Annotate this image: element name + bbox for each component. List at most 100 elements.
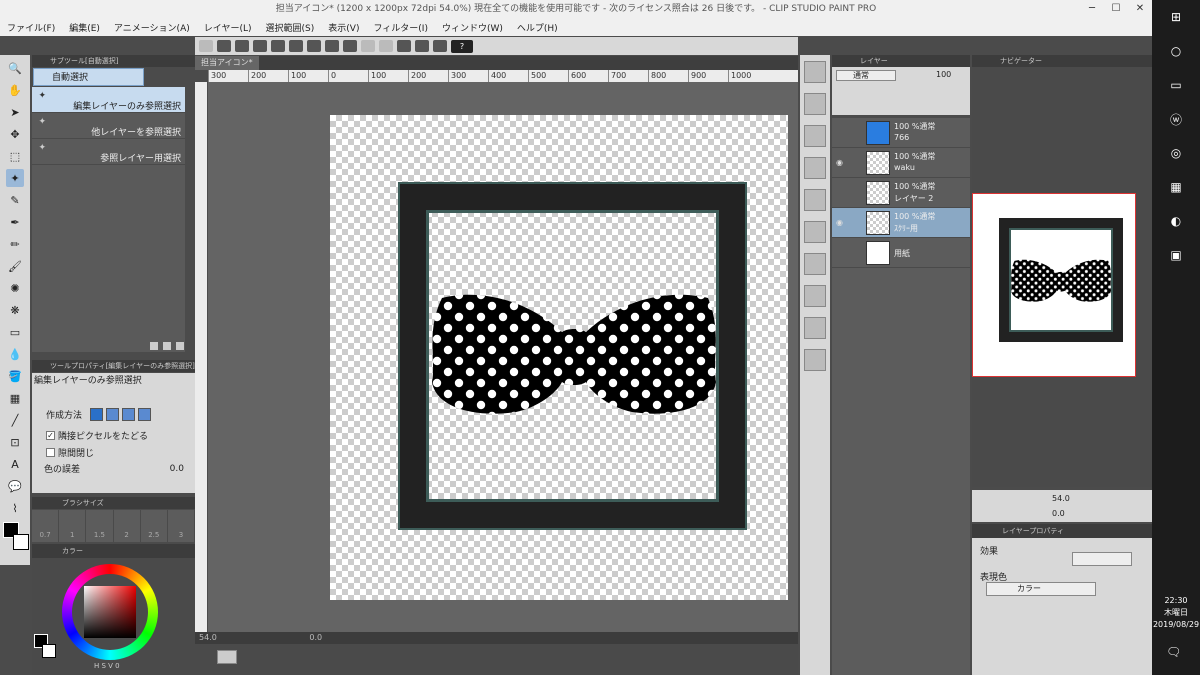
notification-icon[interactable]: 🗨: [1166, 645, 1181, 659]
saturation-value-square[interactable]: [84, 586, 136, 638]
decoration-tool-icon[interactable]: ❋: [6, 301, 24, 319]
blend-mode-select[interactable]: 通常: [836, 70, 896, 81]
app-w-icon[interactable]: ⓦ: [1152, 102, 1200, 136]
layer-row[interactable]: 100 %通常 766: [832, 118, 970, 148]
navigator-preview[interactable]: [972, 193, 1136, 377]
navigator-zoom[interactable]: 54.0: [1052, 494, 1070, 503]
deselect-icon[interactable]: [361, 40, 375, 52]
move-layer-tool-icon[interactable]: ✥: [6, 125, 24, 143]
subtool-group-tab[interactable]: 自動選択: [33, 68, 144, 86]
eye-icon[interactable]: ◉: [836, 218, 843, 227]
eraser-tool-icon[interactable]: ▭: [6, 323, 24, 341]
clip-studio-assets-icon[interactable]: [804, 61, 826, 83]
photos-icon[interactable]: ▣: [1152, 238, 1200, 272]
convert-icon[interactable]: [804, 349, 826, 371]
subtract-selection-mode-button[interactable]: [122, 408, 136, 421]
brush-size-3[interactable]: 2: [114, 510, 141, 542]
canvas-viewport[interactable]: [208, 82, 798, 632]
new-selection-mode-button[interactable]: [90, 408, 104, 421]
help-button[interactable]: ?: [451, 39, 473, 53]
scale-icon[interactable]: [804, 221, 826, 243]
task-view-icon[interactable]: ▭: [1152, 68, 1200, 102]
expression-color-select[interactable]: カラー: [986, 582, 1096, 596]
layer-row[interactable]: 100 %通常 レイヤー 2: [832, 178, 970, 208]
menu-window[interactable]: ウィンドウ(W): [435, 21, 510, 34]
clip-studio-paint-icon[interactable]: ◐: [1152, 204, 1200, 238]
color-sub-swatch[interactable]: [42, 644, 56, 658]
menu-animation[interactable]: アニメーション(A): [107, 21, 197, 34]
adjacent-pixel-checkbox[interactable]: ✓: [46, 431, 55, 440]
search-icon[interactable]: ○: [1152, 34, 1200, 68]
opacity-value[interactable]: 100: [936, 70, 951, 79]
timeline-icon[interactable]: [217, 650, 237, 664]
subtool-item-other-layers[interactable]: ✦ 他レイヤーを参照選択: [32, 113, 185, 139]
brush-size-5[interactable]: 3: [168, 510, 196, 542]
paste-icon[interactable]: [804, 157, 826, 179]
eye-icon[interactable]: ◉: [836, 158, 843, 167]
crop-icon[interactable]: [804, 189, 826, 211]
gradient-tool-icon[interactable]: ▦: [6, 389, 24, 407]
fill-icon[interactable]: [343, 40, 357, 52]
close-gap-row[interactable]: 隙間閉じ: [46, 446, 94, 459]
new-file-icon[interactable]: [217, 40, 231, 52]
app-grid-icon[interactable]: ▦: [1152, 170, 1200, 204]
close-gap-checkbox[interactable]: [46, 448, 55, 457]
copy-icon[interactable]: [804, 125, 826, 147]
operation-tool-icon[interactable]: ➤: [6, 103, 24, 121]
undo-icon[interactable]: [271, 40, 285, 52]
menu-file[interactable]: ファイル(F): [0, 21, 62, 34]
subtool-item-reference-layer[interactable]: ✦ 参照レイヤー用選択: [32, 139, 185, 165]
invert-selection-icon[interactable]: [379, 40, 393, 52]
subtool-settings-icon[interactable]: [150, 342, 158, 350]
subtool-delete-icon[interactable]: [176, 342, 184, 350]
layer-row[interactable]: 用紙: [832, 238, 970, 268]
color-swatch[interactable]: [3, 522, 29, 550]
menu-filter[interactable]: フィルター(I): [366, 21, 435, 34]
maximize-button[interactable]: ☐: [1104, 0, 1128, 18]
brush-size-1[interactable]: 1: [59, 510, 87, 542]
intersect-selection-mode-button[interactable]: [138, 408, 152, 421]
open-file-icon[interactable]: [235, 40, 249, 52]
adjacent-pixel-row[interactable]: ✓ 隣接ピクセルをたどる: [46, 429, 148, 442]
menu-selection[interactable]: 選択範囲(S): [259, 21, 322, 34]
pen-tool-icon[interactable]: ✒: [6, 213, 24, 231]
brush-size-0[interactable]: 0.7: [32, 510, 60, 542]
snap-special-ruler-icon[interactable]: [433, 40, 447, 52]
figure-tool-icon[interactable]: ╱: [6, 411, 24, 429]
snap-ruler-icon[interactable]: [397, 40, 411, 52]
layer-row[interactable]: ◉ 100 %通常 waku: [832, 148, 970, 178]
frame-tool-icon[interactable]: ⊡: [6, 433, 24, 451]
pencil-tool-icon[interactable]: ✏: [6, 235, 24, 253]
text-tool-icon[interactable]: A: [6, 455, 24, 473]
clip-studio-app-icon[interactable]: ◎: [1152, 136, 1200, 170]
airbrush-tool-icon[interactable]: ✺: [6, 279, 24, 297]
color-error-row[interactable]: 色の誤差 0.0: [44, 462, 184, 476]
close-button[interactable]: ✕: [1128, 0, 1152, 18]
hand-tool-icon[interactable]: ✋: [6, 81, 24, 99]
navigator-angle[interactable]: 0.0: [1052, 509, 1065, 518]
add-selection-mode-button[interactable]: [106, 408, 120, 421]
brush-size-4[interactable]: 2.5: [141, 510, 168, 542]
snap-grid-icon[interactable]: [415, 40, 429, 52]
brush-tool-icon[interactable]: 🖌: [6, 257, 24, 275]
clear-outside-selection-icon[interactable]: [804, 93, 826, 115]
color-error-value[interactable]: 0.0: [170, 464, 184, 474]
selection-tool-icon[interactable]: ⬚: [6, 147, 24, 165]
menu-edit[interactable]: 編集(E): [62, 21, 107, 34]
brush-size-2[interactable]: 1.5: [86, 510, 114, 542]
clip-studio-icon[interactable]: [199, 40, 213, 52]
blend-tool-icon[interactable]: 💧: [6, 345, 24, 363]
canvas-tab[interactable]: 担当アイコン*: [195, 56, 259, 70]
redo-icon[interactable]: [289, 40, 303, 52]
rotation-value[interactable]: 0.0: [309, 633, 322, 642]
zoom-tool-icon[interactable]: 🔍: [6, 59, 24, 77]
menu-layer[interactable]: レイヤー(L): [197, 21, 259, 34]
menu-help[interactable]: ヘルプ(H): [510, 21, 565, 34]
hue-wheel[interactable]: [62, 564, 158, 660]
clear-icon[interactable]: [307, 40, 321, 52]
zoom-value[interactable]: 54.0: [199, 633, 217, 642]
layer-row-selected[interactable]: ◉ 100 %通常 ｽｸﾘｰ用: [832, 208, 970, 238]
minimize-button[interactable]: ─: [1080, 0, 1104, 18]
save-icon[interactable]: [253, 40, 267, 52]
balloon-tool-icon[interactable]: 💬: [6, 477, 24, 495]
